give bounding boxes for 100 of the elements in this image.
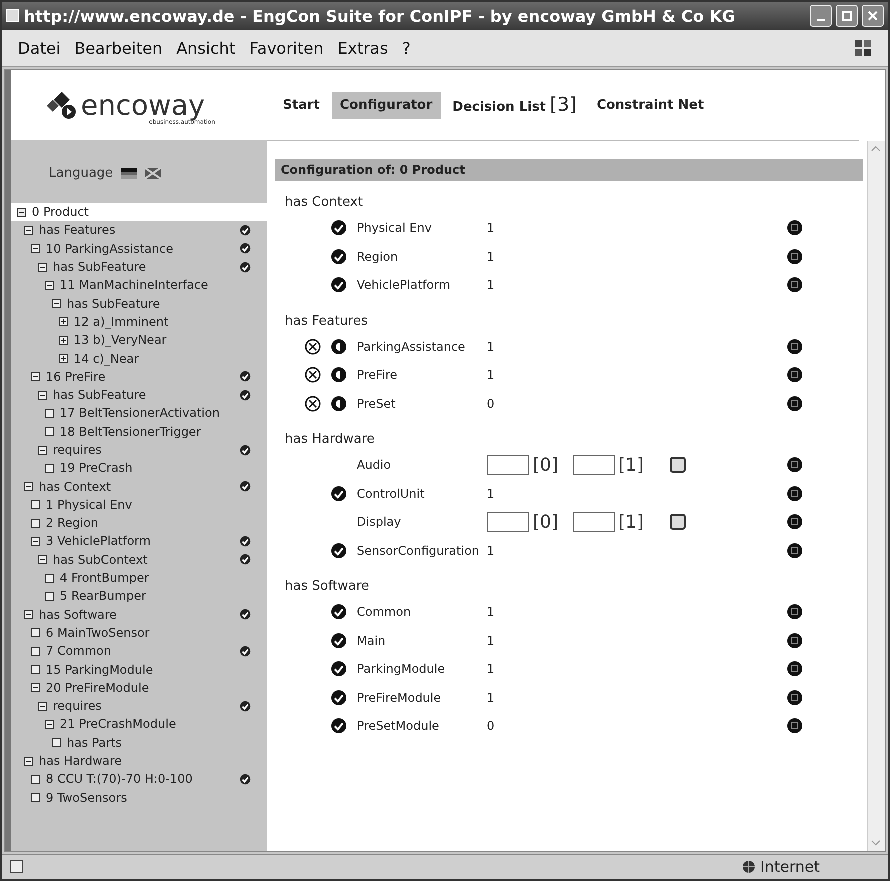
menu-item[interactable]: Datei	[18, 38, 61, 58]
tree-item[interactable]: 8 CCU T:(70)-70 H:0-100	[11, 770, 267, 788]
expander-icon[interactable]	[31, 244, 40, 254]
tree-item[interactable]: has Context	[11, 477, 267, 496]
expander-icon[interactable]	[31, 683, 40, 692]
tree-item[interactable]: has SubFeature	[11, 258, 267, 276]
info-icon[interactable]	[787, 542, 803, 559]
tree-item[interactable]: 4 FrontBumper	[11, 568, 267, 588]
expander-icon[interactable]	[24, 610, 33, 620]
tab[interactable]: Decision List [3]	[444, 88, 585, 122]
tree-item[interactable]: 14 c)_Near	[11, 349, 267, 368]
min-bound: [0]	[533, 512, 558, 533]
tree-item[interactable]: 5 RearBumper	[11, 587, 267, 606]
tree-item[interactable]: 13 b)_VeryNear	[11, 331, 267, 350]
property-name: Physical Env	[357, 221, 433, 236]
min-input[interactable]	[487, 455, 529, 476]
expander-icon[interactable]	[45, 280, 54, 290]
info-icon[interactable]	[787, 248, 803, 265]
flag-icon[interactable]	[121, 168, 138, 179]
ok-button[interactable]	[670, 457, 686, 474]
check-icon	[240, 444, 251, 456]
info-icon[interactable]	[787, 457, 803, 474]
expander-icon[interactable]	[24, 482, 33, 492]
tree-item[interactable]: 6 MainTwoSensor	[11, 624, 267, 642]
check-icon	[331, 604, 347, 620]
tree-item[interactable]: 10 ParkingAssistance	[11, 240, 267, 258]
tree-item[interactable]: has Software	[11, 606, 267, 624]
property-name: SensorConfiguration	[357, 544, 481, 558]
menu-item[interactable]: ?	[402, 38, 411, 58]
menu-item[interactable]: Ansicht	[176, 38, 236, 58]
tree-item[interactable]: 16 PreFire	[11, 368, 267, 386]
expander-icon[interactable]	[59, 354, 68, 364]
expander-icon[interactable]	[45, 720, 54, 729]
tree-item[interactable]: 11 ManMachineInterface	[11, 276, 267, 294]
info-icon[interactable]	[787, 220, 803, 236]
info-icon[interactable]	[787, 690, 803, 706]
tree-item[interactable]: has SubFeature	[11, 386, 267, 404]
expander-icon[interactable]	[59, 317, 68, 326]
tree-item[interactable]: requires	[11, 440, 267, 460]
info-icon[interactable]	[787, 396, 803, 412]
property-value: 1	[487, 605, 496, 620]
expander-icon[interactable]	[59, 336, 68, 345]
tree-item[interactable]: 0 Product	[11, 203, 267, 222]
deselect-icon[interactable]	[305, 396, 321, 412]
flag-icon[interactable]	[145, 168, 162, 179]
expander-icon[interactable]	[31, 536, 40, 546]
expander-icon[interactable]	[38, 390, 47, 400]
info-icon[interactable]	[787, 367, 803, 384]
close-button[interactable]	[862, 5, 884, 27]
info-icon[interactable]	[787, 514, 803, 530]
expander-icon[interactable]	[24, 756, 33, 766]
deselect-icon[interactable]	[305, 338, 321, 355]
tab[interactable]: Start	[275, 92, 328, 118]
max-input[interactable]	[572, 455, 614, 476]
tree-item[interactable]: 18 BeltTensionerTrigger	[11, 422, 267, 441]
deselect-icon[interactable]	[305, 367, 321, 384]
info-icon[interactable]	[787, 661, 803, 678]
min-input[interactable]	[487, 512, 529, 532]
tree-item[interactable]: 3 VehiclePlatform	[11, 532, 267, 551]
maximize-button[interactable]	[836, 5, 858, 27]
tree-item[interactable]: has Features	[11, 221, 267, 240]
expander-icon[interactable]	[38, 555, 47, 564]
tree-item[interactable]: 19 PreCrash	[11, 459, 267, 478]
tree-item[interactable]: 12 a)_Imminent	[11, 312, 267, 332]
check-icon	[240, 224, 251, 236]
max-input[interactable]	[572, 512, 614, 532]
menu-item[interactable]: Favoriten	[250, 38, 324, 58]
info-icon[interactable]	[787, 486, 803, 502]
expander-icon[interactable]	[17, 208, 26, 217]
tree-item[interactable]: 9 TwoSensors	[11, 788, 267, 807]
expander-icon[interactable]	[52, 299, 61, 308]
info-icon[interactable]	[787, 632, 803, 649]
tab[interactable]: Constraint Net	[588, 92, 712, 118]
info-icon[interactable]	[787, 277, 803, 294]
tree-item[interactable]: 7 Common	[11, 642, 267, 660]
tree-item[interactable]: 17 BeltTensionerActivation	[11, 404, 267, 423]
tree-item[interactable]: has SubContext	[11, 550, 267, 569]
expander-icon[interactable]	[31, 372, 40, 382]
menu-item[interactable]: Extras	[338, 38, 388, 58]
info-icon[interactable]	[787, 604, 803, 620]
expander-icon[interactable]	[38, 702, 47, 711]
tab[interactable]: Configurator	[332, 92, 441, 118]
expander-icon[interactable]	[38, 262, 47, 272]
tree-item[interactable]: has SubFeature	[11, 294, 267, 313]
max-bound: [1]	[618, 454, 644, 476]
info-icon[interactable]	[787, 338, 803, 355]
info-icon[interactable]	[787, 718, 803, 734]
tree-item[interactable]: requires	[11, 697, 267, 716]
minimize-button[interactable]	[810, 5, 832, 27]
tree-item[interactable]: 15 ParkingModule	[11, 660, 267, 679]
expander-icon[interactable]	[38, 446, 47, 454]
tree-item[interactable]: has Parts	[11, 734, 267, 752]
ok-button[interactable]	[670, 514, 686, 530]
tree-item[interactable]: has Hardware	[11, 752, 267, 770]
tree-item[interactable]: 2 Region	[11, 514, 267, 532]
menu-item[interactable]: Bearbeiten	[74, 38, 163, 58]
tree-item[interactable]: 1 Physical Env	[11, 496, 267, 514]
tree-item[interactable]: 21 PreCrashModule	[11, 715, 267, 734]
expander-icon[interactable]	[24, 226, 33, 235]
tree-item[interactable]: 20 PreFireModule	[11, 678, 267, 698]
